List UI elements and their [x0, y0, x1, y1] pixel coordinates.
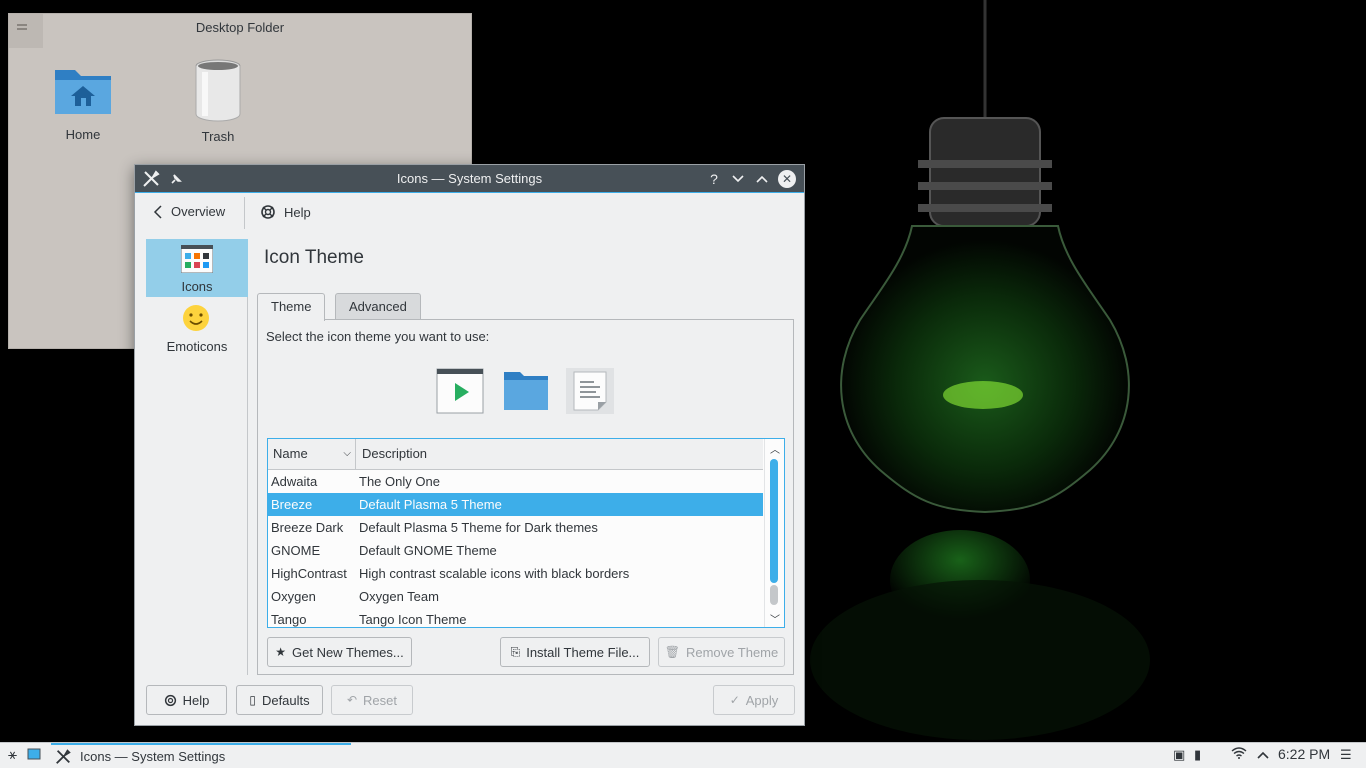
- trash-icon: [195, 59, 241, 122]
- trash-label: Trash: [201, 129, 235, 144]
- minimize-icon[interactable]: [729, 170, 747, 188]
- remove-theme-button[interactable]: 🗑 Remove Theme: [658, 637, 785, 667]
- help-button[interactable]: Help: [146, 685, 227, 715]
- undo-icon: ↶: [346, 693, 358, 707]
- scroll-track[interactable]: [770, 585, 778, 605]
- icons-module-icon: [181, 245, 213, 273]
- star-icon: ★: [275, 645, 286, 659]
- theme-name-cell: GNOME: [271, 543, 321, 558]
- task-system-settings[interactable]: Icons — System Settings: [51, 743, 351, 768]
- checkmark-icon: ✓: [729, 693, 740, 707]
- toolbar-separator: [244, 197, 245, 229]
- sidebar-icons-label: Icons: [181, 279, 213, 294]
- theme-description-cell: The Only One: [359, 474, 440, 489]
- clock[interactable]: 6:22 PM: [1278, 746, 1330, 762]
- theme-description-cell: High contrast scalable icons with black …: [359, 566, 630, 581]
- maximize-icon[interactable]: [753, 170, 771, 188]
- trash-item[interactable]: Trash: [173, 58, 263, 144]
- application-launcher-icon[interactable]: ⚹: [8, 746, 17, 763]
- table-row[interactable]: HighContrast High contrast scalable icons…: [268, 562, 763, 585]
- smiley-icon: [183, 305, 209, 331]
- home-folder-item[interactable]: Home: [38, 60, 128, 142]
- home-label: Home: [65, 127, 101, 142]
- tab-theme[interactable]: Theme: [257, 293, 326, 321]
- overview-label: Overview: [171, 204, 226, 219]
- column-header-description[interactable]: Description: [356, 439, 763, 469]
- sd-card-icon[interactable]: ▮: [1194, 747, 1201, 763]
- theme-description-cell: Default Plasma 5 Theme: [359, 497, 502, 512]
- table-row[interactable]: GNOME Default GNOME Theme: [268, 539, 763, 562]
- scroll-down-icon[interactable]: ﹀: [765, 611, 784, 626]
- overview-button[interactable]: Overview: [153, 204, 225, 219]
- expand-tray-icon[interactable]: [1257, 747, 1269, 762]
- system-settings-window: Icons — System Settings ? ✕ Overview Hel…: [134, 164, 805, 726]
- icon-theme-table[interactable]: Name ⌵ Description Adwaita The Only One Br…: [267, 438, 785, 628]
- sort-chevron-icon: ⌵: [343, 448, 351, 459]
- back-arrow-icon: [153, 204, 162, 219]
- help-toolbar-button[interactable]: Help: [260, 204, 311, 220]
- scroll-up-icon[interactable]: ︿: [765, 441, 784, 456]
- sidebar-item-emoticons[interactable]: Emoticons: [146, 299, 248, 357]
- lifebuoy-icon: [164, 694, 176, 706]
- defaults-button[interactable]: ▯ Defaults: [236, 685, 323, 715]
- tab-advanced[interactable]: Advanced: [335, 293, 421, 320]
- document-preview-icon: [566, 368, 614, 414]
- theme-name-cell: HighContrast: [271, 566, 347, 581]
- panel-menu-icon[interactable]: ☰: [1340, 747, 1352, 763]
- theme-name-cell: Oxygen: [271, 589, 316, 604]
- theme-prompt: Select the icon theme you want to use:: [266, 329, 490, 344]
- home-folder-icon: [55, 70, 111, 114]
- window-title: Icons — System Settings: [396, 171, 543, 186]
- folder-preview-icon: [504, 372, 548, 410]
- close-icon[interactable]: ✕: [778, 170, 796, 188]
- task-label: Icons — System Settings: [80, 749, 226, 764]
- document-revert-icon: ▯: [249, 693, 256, 707]
- theme-description-cell: Oxygen Team: [359, 589, 439, 604]
- media-player-preview-icon: [436, 368, 484, 414]
- table-header: Name ⌵ Description: [268, 439, 763, 470]
- help-icon[interactable]: ?: [705, 170, 723, 188]
- show-desktop-icon[interactable]: [27, 747, 41, 764]
- theme-name-cell: Breeze Dark: [271, 520, 344, 535]
- theme-name-cell: Adwaita: [271, 474, 318, 489]
- theme-name-cell: Breeze: [271, 497, 313, 512]
- settings-task-icon: [56, 748, 71, 764]
- theme-description-cell: Tango Icon Theme: [359, 612, 467, 627]
- window-titlebar[interactable]: Icons — System Settings ? ✕: [135, 165, 804, 193]
- desktop-folder-title: Desktop Folder: [195, 20, 285, 35]
- reset-button[interactable]: ↶ Reset: [331, 685, 413, 715]
- table-row[interactable]: Breeze Default Plasma 5 Theme: [268, 493, 763, 516]
- theme-tab-panel: Select the icon theme you want to use: N…: [257, 319, 794, 675]
- scroll-thumb[interactable]: [770, 459, 778, 583]
- column-header-name[interactable]: Name ⌵: [268, 439, 356, 469]
- table-row[interactable]: Oxygen Oxygen Team: [268, 585, 763, 608]
- table-row[interactable]: Breeze Dark Default Plasma 5 Theme for Da…: [268, 516, 763, 539]
- sidebar-item-icons[interactable]: Icons: [146, 239, 248, 297]
- lifebuoy-icon: [261, 205, 275, 219]
- theme-name-cell: Tango: [271, 612, 307, 627]
- table-scrollbar[interactable]: ︿ ﹀: [764, 439, 784, 627]
- window-toolbar: Overview Help: [135, 194, 804, 232]
- apply-button[interactable]: ✓ Apply: [713, 685, 795, 715]
- table-row[interactable]: Tango Tango Icon Theme: [268, 608, 763, 627]
- install-theme-file-button[interactable]: ⎘ Install Theme File...: [500, 637, 650, 667]
- theme-description-cell: Default Plasma 5 Theme for Dark themes: [359, 520, 598, 535]
- page-title: Icon Theme: [264, 247, 364, 268]
- clipboard-icon[interactable]: ▣: [1173, 747, 1185, 763]
- get-new-themes-button[interactable]: ★ Get New Themes...: [267, 637, 412, 667]
- sidebar-emoticons-label: Emoticons: [166, 339, 228, 354]
- bookmark-icon: ⎘: [510, 644, 521, 659]
- sidebar: Icons Emoticons: [146, 239, 248, 675]
- wifi-icon[interactable]: [1231, 747, 1247, 762]
- trash-can-icon: 🗑: [664, 645, 680, 659]
- theme-description-cell: Default GNOME Theme: [359, 543, 497, 558]
- table-row[interactable]: Adwaita The Only One: [268, 470, 763, 493]
- help-toolbar-label: Help: [284, 204, 311, 220]
- taskbar: ⚹ Icons — System Settings ▣ ▮ 6:22 PM ☰: [0, 742, 1366, 768]
